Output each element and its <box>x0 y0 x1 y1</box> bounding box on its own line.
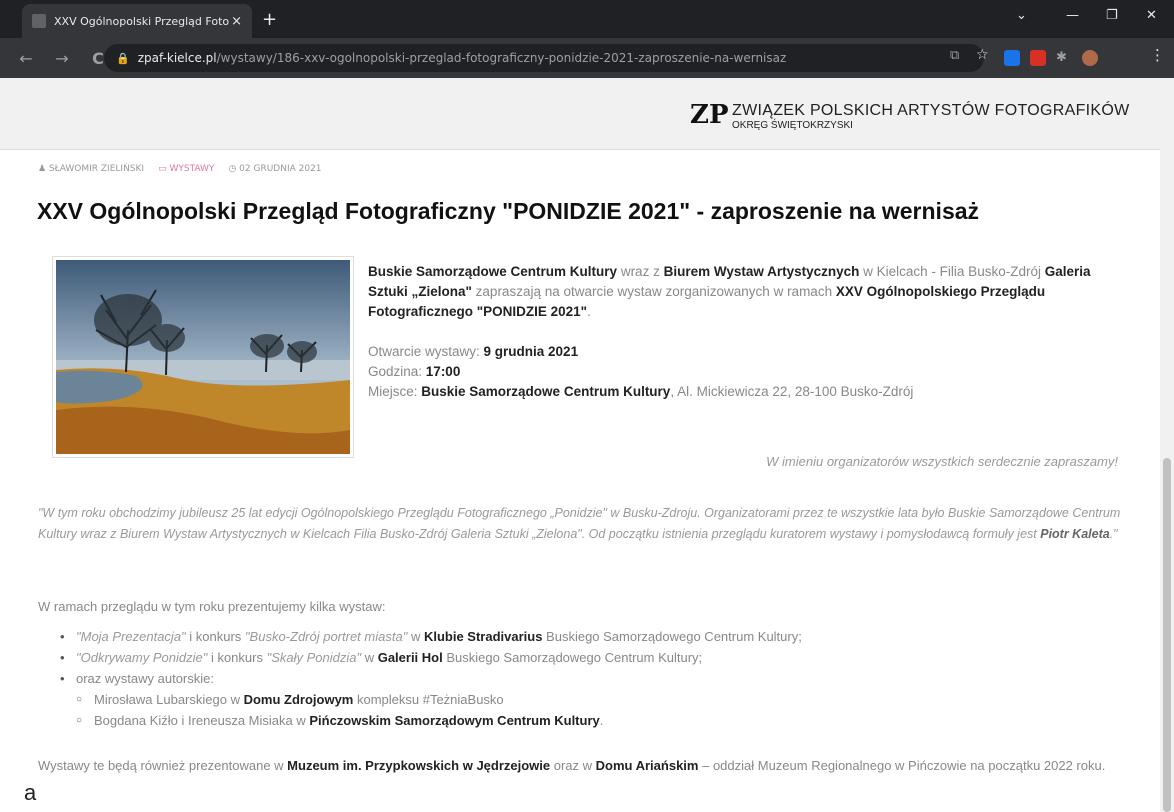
profile-avatar[interactable] <box>1082 50 1098 66</box>
favicon-icon <box>32 14 46 28</box>
invitation-note: W imieniu organizatorów wszystkich serde… <box>766 454 1118 469</box>
tab-title: XXV Ogólnopolski Przegląd Foto <box>54 14 230 28</box>
clock-icon: ◷ <box>228 164 240 174</box>
panel-label: a <box>0 776 44 812</box>
tab-close-icon[interactable]: × <box>231 14 242 29</box>
extension-translate-icon[interactable] <box>1004 50 1020 66</box>
address-bar[interactable]: 🔒 zpaf-kielce.pl /wystawy/186-xxv-ogolno… <box>104 44 984 72</box>
new-tab-button[interactable]: + <box>262 9 277 30</box>
sub-list-item: Bogdana Kiźło i Ireneusza Misiaka w Pińc… <box>60 710 802 731</box>
browser-tab-strip: XXV Ogólnopolski Przegląd Foto × + ⌄ — ❐… <box>0 0 1174 38</box>
article-title: XXV Ogólnopolski Przegląd Fotograficzny … <box>37 198 980 224</box>
url-domain: zpaf-kielce.pl <box>137 51 217 65</box>
list-item: oraz wystawy autorskie: <box>60 668 802 689</box>
author-meta: ♟ SŁAWOMIR ZIELIŃSKI <box>38 164 145 174</box>
zpaf-logo[interactable]: ZP <box>690 96 729 134</box>
back-button[interactable]: ← <box>16 49 36 68</box>
minimize-button[interactable]: — <box>1066 8 1079 23</box>
bookmark-star-icon[interactable]: ☆ <box>976 47 992 63</box>
extension-pdf-icon[interactable] <box>1030 50 1046 66</box>
opening-date: Otwarcie wystawy: 9 grudnia 2021 <box>368 344 579 359</box>
event-details: Otwarcie wystawy: 9 grudnia 2021 Godzina… <box>368 342 913 402</box>
site-header: ZP ZWIĄZEK POLSKICH ARTYSTÓW FOTOGRAFIKÓ… <box>0 78 1174 150</box>
category-link[interactable]: ▭ WYSTAWY <box>158 164 214 174</box>
tab-search-icon[interactable]: ⌄ <box>1016 8 1027 23</box>
list-item: "Odkrywamy Ponidzie" i konkurs "Skały Po… <box>60 647 802 668</box>
lock-icon[interactable]: 🔒 <box>116 52 130 65</box>
browser-menu-icon[interactable]: ⋮ <box>1150 46 1166 64</box>
article-meta: ♟ SŁAWOMIR ZIELIŃSKI ▭ WYSTAWY ◷ 02 GRUD… <box>38 164 322 174</box>
page-scrollbar[interactable] <box>1160 78 1174 812</box>
extensions-puzzle-icon[interactable]: ✱ <box>1056 50 1072 66</box>
landscape-photo <box>56 260 350 454</box>
user-icon: ♟ <box>38 164 49 174</box>
opening-time: Godzina: 17:00 <box>368 364 461 379</box>
sub-list-item: Mirosława Lubarskiego w Domu Zdrojowym k… <box>60 689 802 710</box>
forward-button[interactable]: → <box>52 49 72 68</box>
scrollbar-thumb[interactable] <box>1163 458 1171 812</box>
folder-icon: ▭ <box>158 164 170 174</box>
list-item: "Moja Prezentacja" i konkurs "Busko-Zdró… <box>60 626 802 647</box>
curator-quote: "W tym roku obchodzimy jubileusz 25 lat … <box>38 506 1121 541</box>
intro-paragraph: Buskie Samorządowe Centrum Kultury wraz … <box>368 264 1091 319</box>
exhibitions-list: "Moja Prezentacja" i konkurs "Busko-Zdró… <box>60 626 802 731</box>
restore-button[interactable]: ❐ <box>1106 8 1118 23</box>
close-window-button[interactable]: ✕ <box>1146 8 1157 23</box>
closing-paragraph: Wystawy te będą również prezentowane w M… <box>38 758 1106 773</box>
event-place: Miejsce: Buskie Samorządowe Centrum Kult… <box>368 384 914 399</box>
share-icon[interactable]: ⧉ <box>950 48 966 64</box>
list-intro: W ramach przeglądu w tym roku prezentuje… <box>38 599 386 614</box>
article-photo[interactable] <box>52 256 354 458</box>
org-name[interactable]: ZWIĄZEK POLSKICH ARTYSTÓW FOTOGRAFIKÓW <box>732 102 1130 120</box>
browser-tab[interactable]: XXV Ogólnopolski Przegląd Foto × <box>22 4 252 38</box>
org-subtitle: OKRĘG ŚWIĘTOKRZYSKI <box>732 120 853 131</box>
date-meta: ◷ 02 GRUDNIA 2021 <box>228 164 322 174</box>
url-path: /wystawy/186-xxv-ogolnopolski-przeglad-f… <box>216 51 787 65</box>
